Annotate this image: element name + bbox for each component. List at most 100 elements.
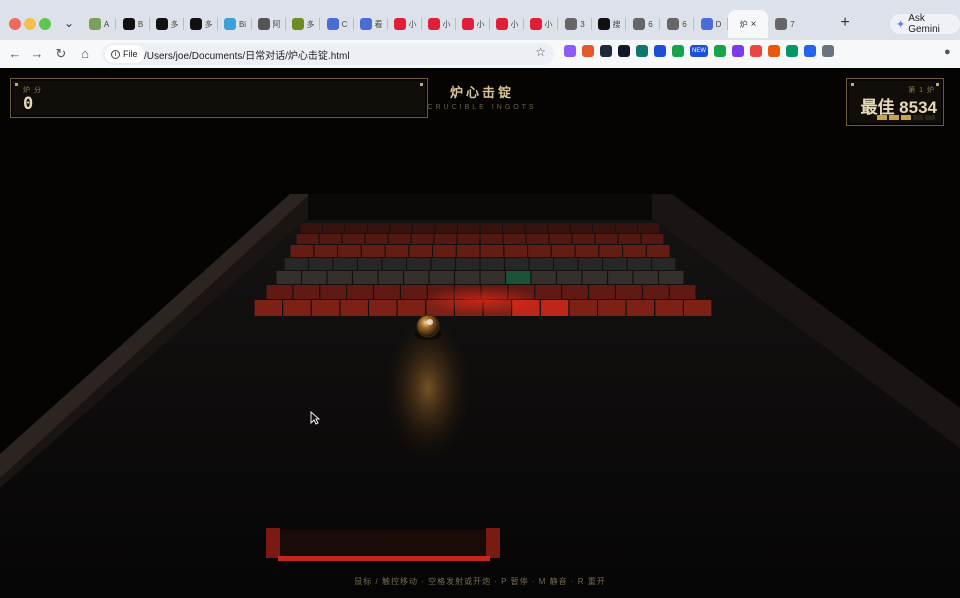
extension-icon[interactable] bbox=[672, 45, 684, 57]
brick bbox=[618, 234, 641, 244]
tab-label: 3 bbox=[580, 19, 585, 29]
reload-icon[interactable]: ↻ bbox=[52, 45, 70, 63]
brick bbox=[562, 285, 588, 299]
brick bbox=[369, 300, 397, 316]
profile-avatar[interactable]: ● bbox=[944, 46, 951, 58]
ball-highlight bbox=[427, 319, 433, 325]
brick bbox=[296, 234, 319, 244]
brick bbox=[480, 271, 505, 284]
tab-label: 6 bbox=[682, 19, 687, 29]
browser-tab[interactable]: 看 bbox=[354, 10, 388, 38]
brick bbox=[608, 271, 633, 284]
tab-label: B bbox=[137, 19, 144, 29]
brick bbox=[345, 223, 367, 233]
brick bbox=[669, 285, 696, 299]
extension-new-badge[interactable]: NEW bbox=[690, 45, 708, 57]
brick bbox=[323, 223, 345, 233]
browser-tab[interactable]: 小 bbox=[422, 10, 456, 38]
brick bbox=[347, 285, 373, 299]
close-tab-icon[interactable]: × bbox=[751, 19, 757, 30]
browser-tab[interactable]: 小 bbox=[456, 10, 490, 38]
browser-toolbar: ← → ↻ ⌂ i File /Users/joe/Documents/日常对话… bbox=[0, 40, 960, 68]
brick bbox=[353, 271, 378, 284]
game-title: 炉心击锭 bbox=[449, 85, 514, 100]
brick bbox=[358, 258, 382, 270]
browser-tab[interactable]: 6 bbox=[626, 10, 660, 38]
back-arrow-icon[interactable]: ← bbox=[6, 45, 24, 63]
brick bbox=[503, 234, 526, 244]
browser-tab[interactable]: 小 bbox=[388, 10, 422, 38]
brick bbox=[365, 234, 388, 244]
extension-icon[interactable] bbox=[636, 45, 648, 57]
browser-tab[interactable]: 搜 bbox=[592, 10, 626, 38]
browser-tab[interactable]: 多 bbox=[184, 10, 218, 38]
browser-tab[interactable]: 多 bbox=[150, 10, 184, 38]
ask-gemini-button[interactable]: ✦ Ask Gemini bbox=[890, 13, 960, 35]
tab-favicon-icon bbox=[529, 18, 542, 30]
extension-icon[interactable] bbox=[750, 45, 762, 57]
extension-icon[interactable] bbox=[786, 45, 798, 57]
browser-tab[interactable]: 小 bbox=[524, 10, 558, 38]
brick bbox=[525, 223, 547, 233]
extension-icon[interactable] bbox=[654, 45, 666, 57]
brick bbox=[458, 223, 480, 233]
brick bbox=[531, 271, 556, 284]
tab-favicon-icon bbox=[326, 18, 339, 30]
close-window-button[interactable] bbox=[9, 18, 21, 30]
browser-tab[interactable]: 7 bbox=[768, 10, 802, 38]
site-info-chip[interactable]: i File bbox=[105, 45, 144, 63]
bookmark-star-icon[interactable]: ☆ bbox=[535, 45, 546, 59]
active-tab[interactable]: 炉 × bbox=[728, 10, 768, 38]
brick bbox=[456, 258, 480, 270]
extension-icon[interactable] bbox=[768, 45, 780, 57]
extension-icon[interactable] bbox=[582, 45, 594, 57]
forward-arrow-icon[interactable]: → bbox=[28, 45, 46, 63]
game-viewport[interactable]: 炉 分 0 炉心击锭 CRUCIBLE INGOTS 第 1 炉 最佳 8534… bbox=[0, 68, 960, 598]
tab-search-chevron-icon[interactable]: ⌄ bbox=[60, 14, 78, 32]
browser-tab[interactable]: A bbox=[82, 10, 116, 38]
extension-icon[interactable] bbox=[600, 45, 612, 57]
brick bbox=[283, 300, 311, 316]
address-bar[interactable]: i File /Users/joe/Documents/日常对话/炉心击锭.ht… bbox=[102, 43, 554, 65]
browser-tab[interactable]: 3 bbox=[558, 10, 592, 38]
brick bbox=[327, 271, 352, 284]
brick bbox=[578, 258, 602, 270]
browser-tab[interactable]: 阿 bbox=[252, 10, 286, 38]
extension-icon[interactable] bbox=[714, 45, 726, 57]
browser-tab[interactable]: 多 bbox=[286, 10, 320, 38]
brick bbox=[684, 300, 712, 316]
brick bbox=[340, 300, 368, 316]
tab-favicon-icon bbox=[88, 18, 101, 30]
extension-icon[interactable] bbox=[804, 45, 816, 57]
brick bbox=[641, 234, 664, 244]
browser-tab[interactable]: C bbox=[320, 10, 354, 38]
brick bbox=[378, 271, 403, 284]
home-icon[interactable]: ⌂ bbox=[76, 45, 94, 63]
browser-tab[interactable]: B bbox=[116, 10, 150, 38]
extension-icon[interactable] bbox=[822, 45, 834, 57]
tab-label: D bbox=[715, 19, 722, 29]
brick bbox=[526, 234, 549, 244]
extension-icon[interactable] bbox=[732, 45, 744, 57]
browser-tab[interactable]: Bi bbox=[218, 10, 252, 38]
extension-icon[interactable] bbox=[564, 45, 576, 57]
extensions-row: NEW bbox=[564, 45, 834, 57]
tab-strip: ⌄ A B 多 多 Bi 阿 多 C 看 小 小 小 小 小 3 搜 6 6 D 炉 × 7 + ✦ Ask Gemini bbox=[0, 0, 960, 40]
brick bbox=[626, 300, 655, 316]
tab-favicon-icon bbox=[495, 18, 508, 30]
brick bbox=[411, 234, 434, 244]
brick bbox=[480, 258, 504, 270]
minimize-window-button[interactable] bbox=[24, 18, 36, 30]
tab-label: 阿 bbox=[272, 19, 281, 29]
browser-tab[interactable]: D bbox=[694, 10, 728, 38]
tab-label: 7 bbox=[790, 19, 795, 29]
browser-tab[interactable]: 小 bbox=[490, 10, 524, 38]
file-chip-label: File bbox=[123, 49, 138, 59]
brick bbox=[382, 258, 406, 270]
tab-label: 多 bbox=[170, 19, 179, 29]
maximize-window-button[interactable] bbox=[39, 18, 51, 30]
new-tab-button[interactable]: + bbox=[838, 15, 852, 31]
extension-icon[interactable] bbox=[618, 45, 630, 57]
brick bbox=[593, 223, 615, 233]
browser-tab[interactable]: 6 bbox=[660, 10, 694, 38]
